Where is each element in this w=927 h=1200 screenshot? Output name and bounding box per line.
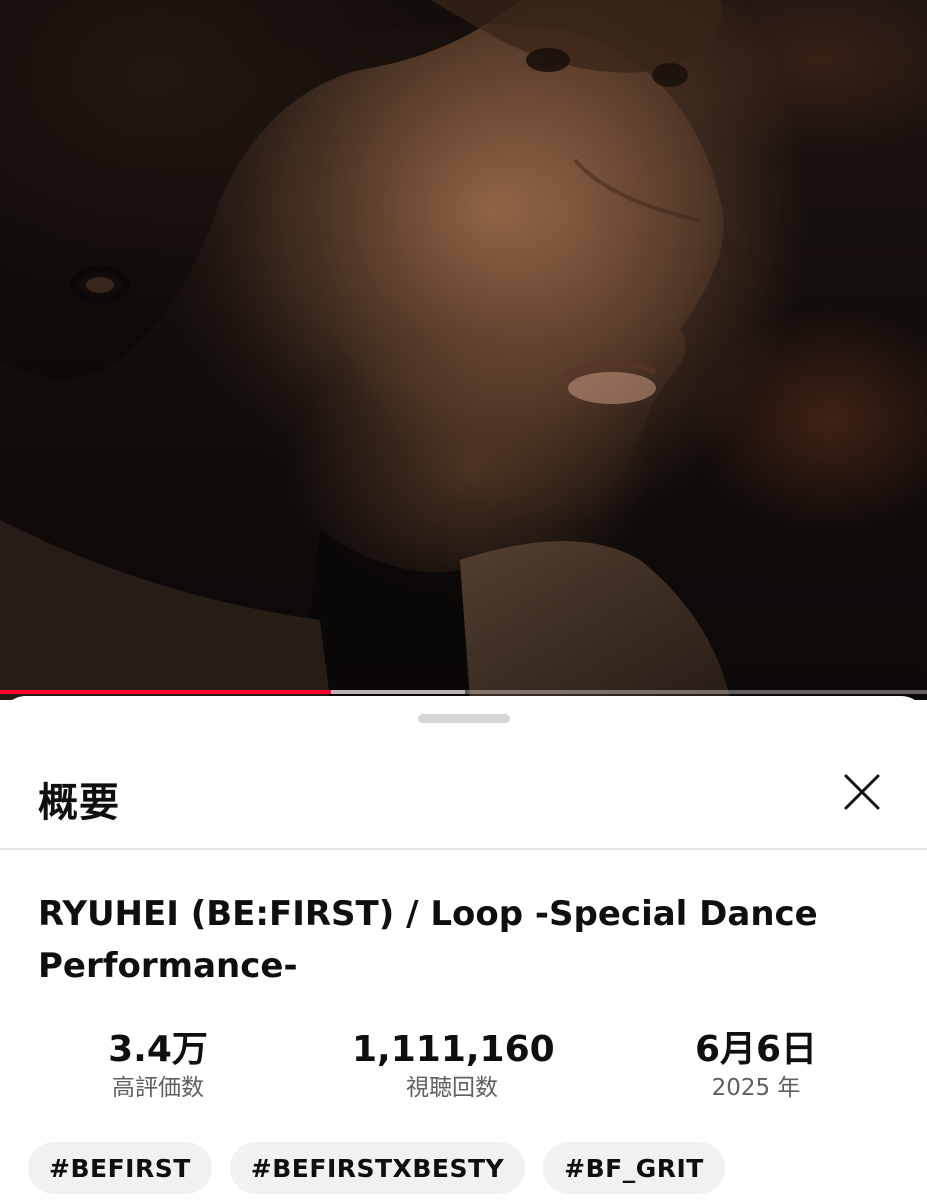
views-stat: 1,111,160 視聴回数	[352, 1028, 555, 1104]
played-progress	[0, 690, 331, 694]
hashtag-chip[interactable]: #BEFIRST	[28, 1142, 212, 1194]
views-count: 1,111,160	[352, 1029, 555, 1070]
views-label: 視聴回数	[406, 1075, 498, 1101]
description-sheet: 概要 RYUHEI (BE:FIRST) / Loop -Special Dan…	[0, 696, 927, 1200]
hashtag-list: #BEFIRST #BEFIRSTXBESTY #BF_GRIT	[28, 1142, 725, 1194]
upload-year: 2025 年	[711, 1075, 801, 1101]
date-stat: 6月6日 2025 年	[670, 1028, 842, 1104]
close-button[interactable]	[836, 766, 888, 818]
hashtag-chip[interactable]: #BF_GRIT	[543, 1142, 725, 1194]
divider	[0, 848, 927, 850]
video-progress-bar[interactable]	[0, 690, 927, 694]
video-frame-image	[0, 0, 730, 700]
sheet-title: 概要	[38, 780, 120, 826]
hashtag-chip[interactable]: #BEFIRSTXBESTY	[229, 1142, 526, 1194]
likes-label: 高評価数	[112, 1075, 204, 1101]
video-title: RYUHEI (BE:FIRST) / Loop -Special Dance …	[38, 894, 818, 986]
likes-stat: 3.4万 高評価数	[78, 1028, 238, 1104]
upload-date: 6月6日	[694, 1029, 818, 1070]
drag-handle[interactable]	[418, 714, 510, 723]
close-icon	[844, 774, 880, 810]
likes-count: 3.4万	[108, 1029, 208, 1070]
video-player[interactable]	[0, 0, 927, 700]
app-screen: 概要 RYUHEI (BE:FIRST) / Loop -Special Dan…	[0, 0, 927, 1200]
